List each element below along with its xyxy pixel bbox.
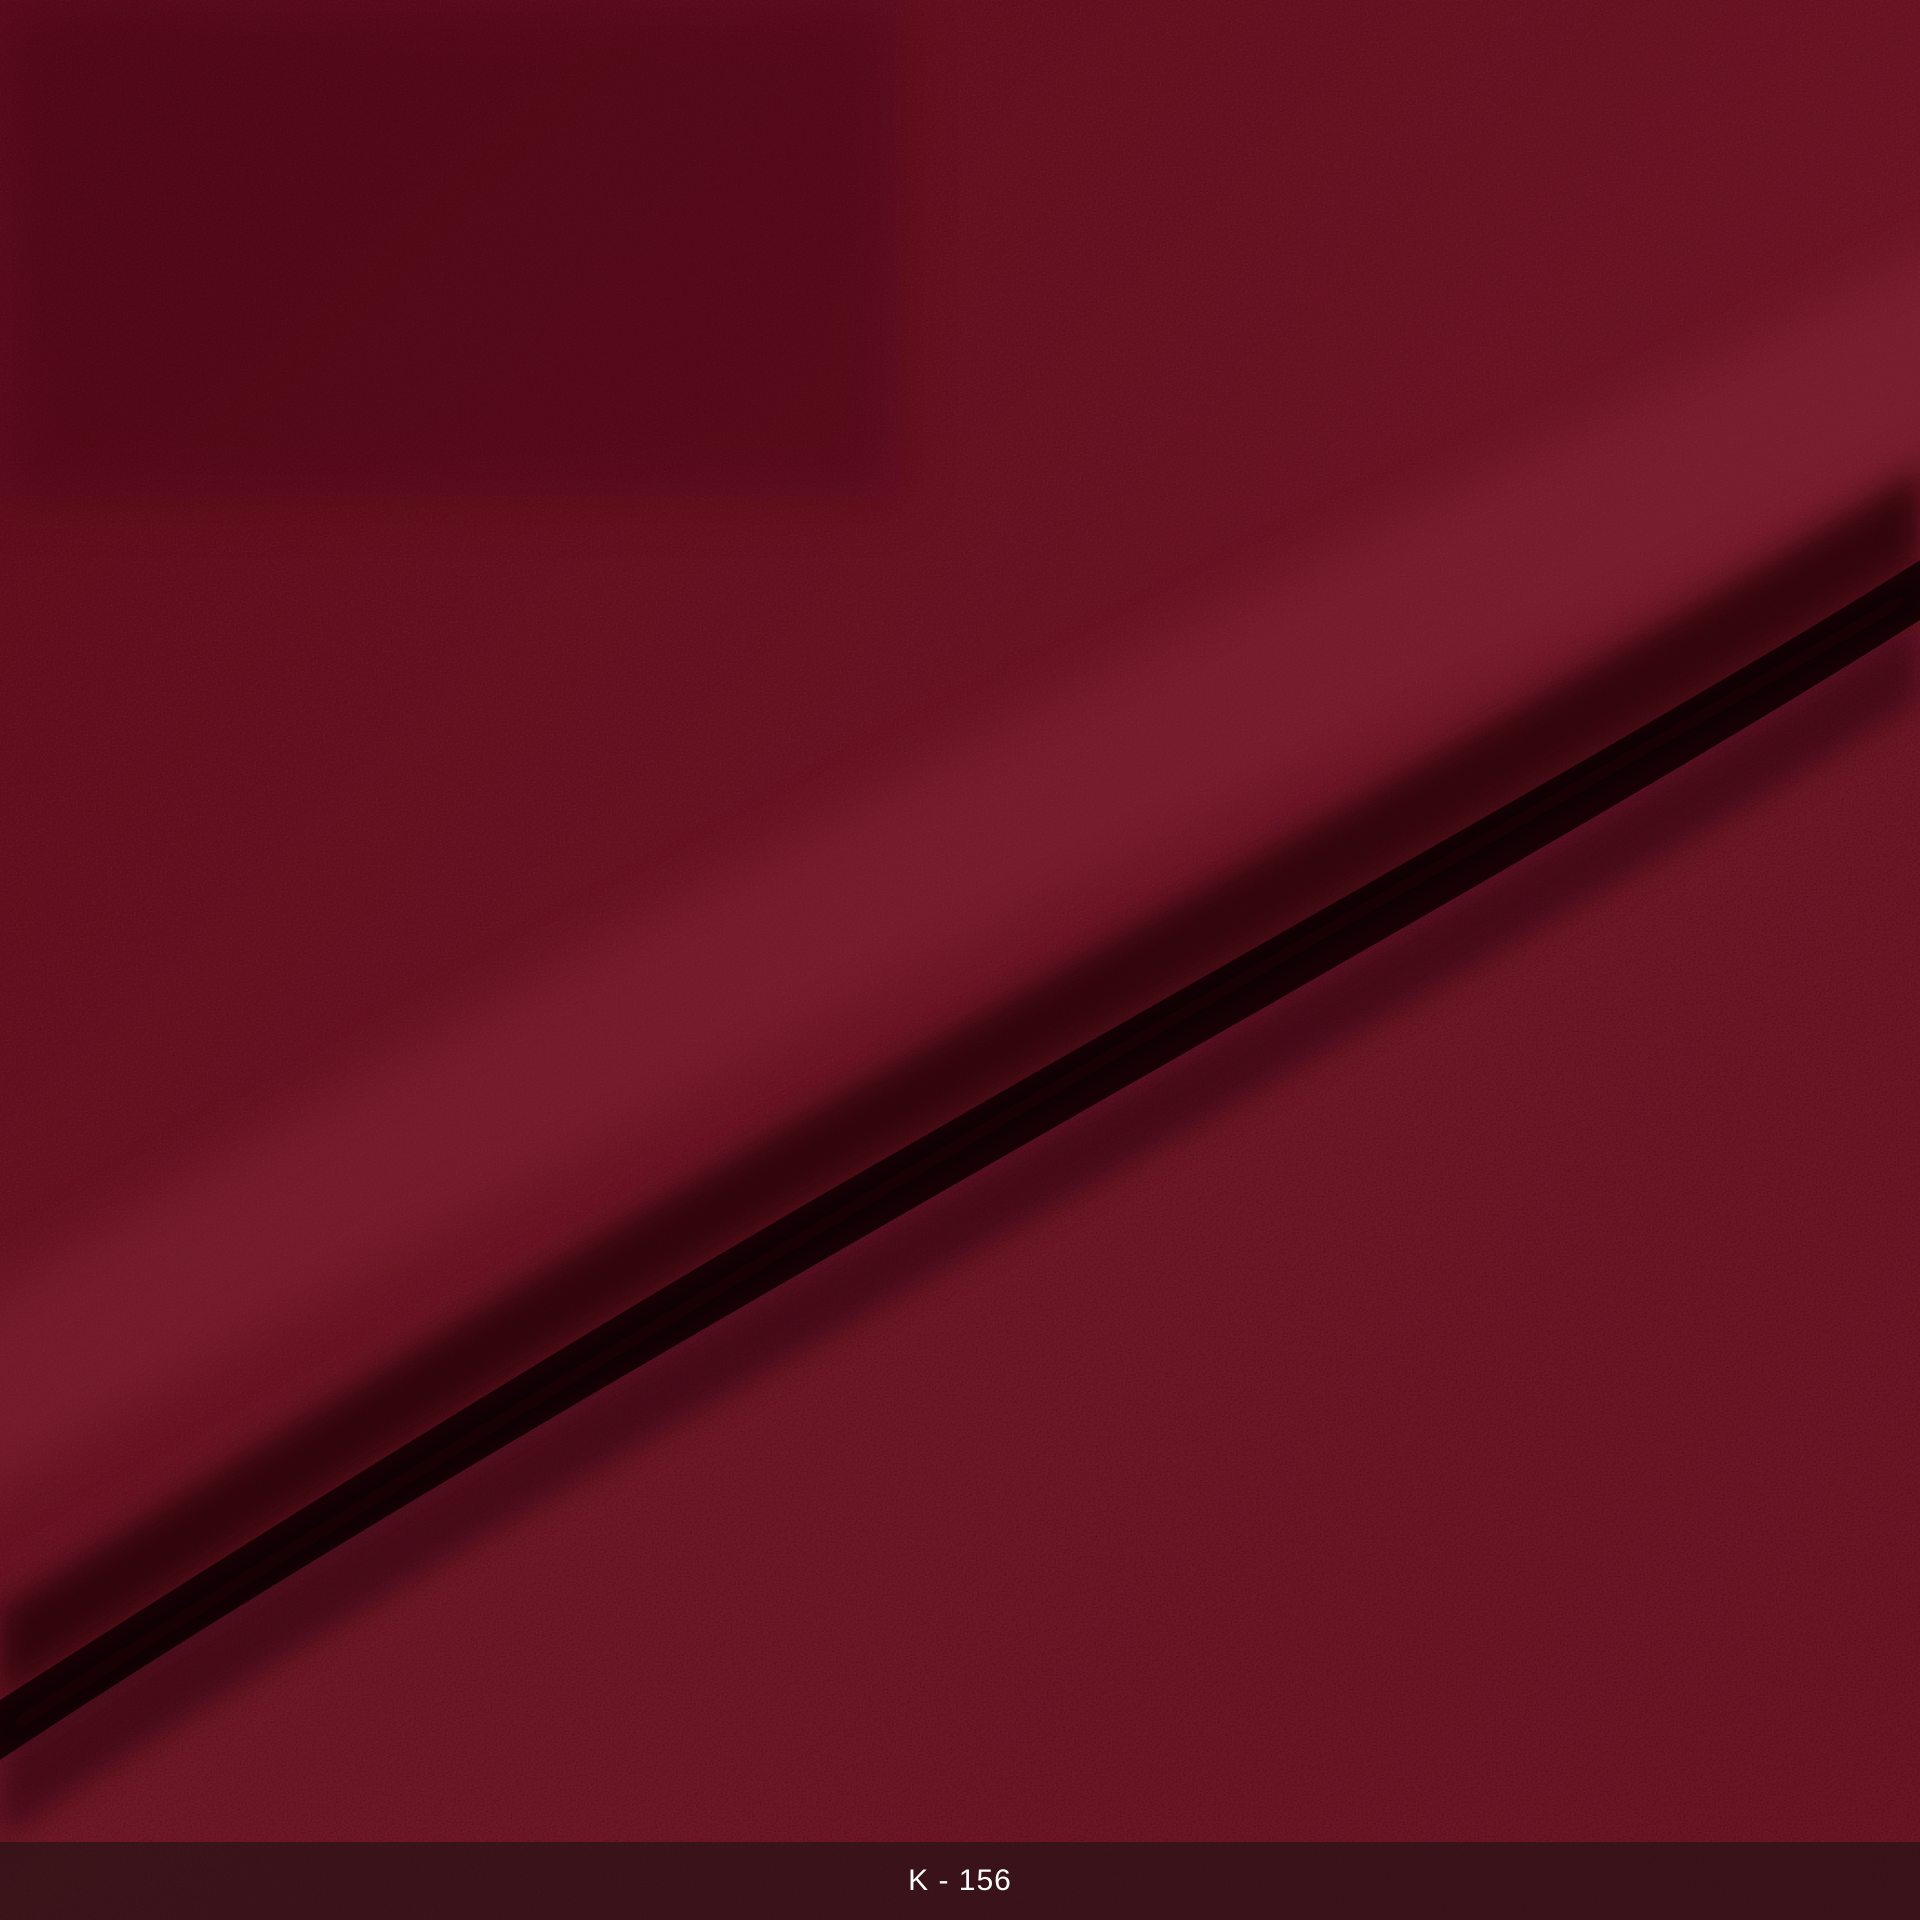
caption-bar: K - 156: [0, 1842, 1920, 1920]
leather-swatch-photo: [0, 0, 1920, 1920]
product-code-label: K - 156: [908, 1864, 1012, 1897]
product-swatch-canvas: K - 156: [0, 0, 1920, 1920]
